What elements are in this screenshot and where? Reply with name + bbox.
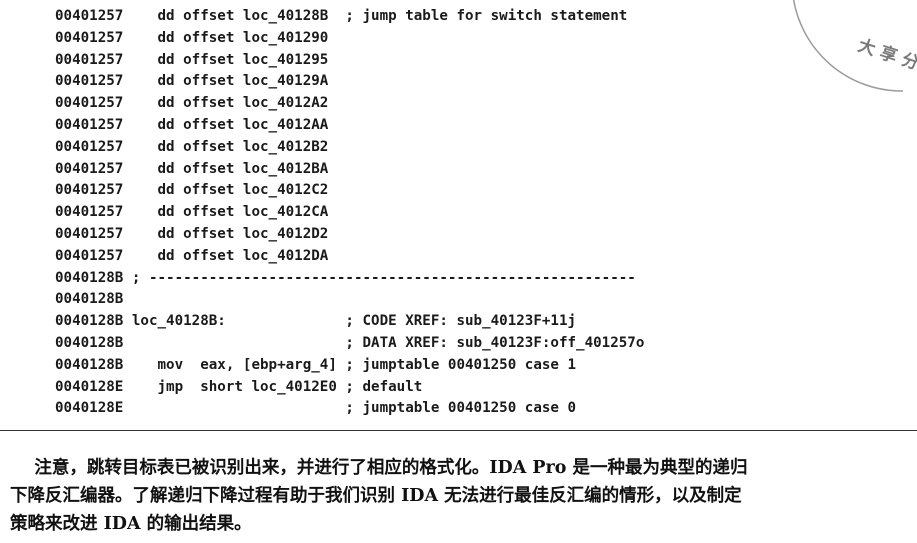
- code-line: 0040128B mov eax, [ebp+arg_4] ; jumptabl…: [55, 356, 577, 373]
- section-divider: [0, 430, 917, 431]
- watermark-text: 大 享 分 源: [855, 35, 917, 81]
- paragraph-line: 策略来改进 IDA 的输出结果。: [10, 514, 252, 534]
- paragraph-line: 下降反汇编器。了解递归下降过程有助于我们识别 IDA 无法进行最佳反汇编的情形，…: [10, 486, 742, 506]
- code-line: 00401257 dd offset loc_40129A: [55, 73, 329, 90]
- code-line: 0040128E jmp short loc_4012E0 ; default: [55, 378, 423, 395]
- paragraph-line: 注意，跳转目标表已被识别出来，并进行了相应的格式化。IDA Pro 是一种最为典…: [10, 458, 748, 478]
- code-line: 00401257 dd offset loc_40128B ; jump tab…: [55, 8, 628, 24]
- body-paragraph: 注意，跳转目标表已被识别出来，并进行了相应的格式化。IDA Pro 是一种最为典…: [10, 454, 910, 538]
- code-line: 0040128B: [55, 291, 124, 308]
- code-line: 00401257 dd offset loc_4012C2: [55, 182, 329, 199]
- code-line: 00401257 dd offset loc_4012D2: [55, 225, 329, 242]
- code-line: 00401257 dd offset loc_4012BA: [55, 160, 329, 177]
- code-line: 00401257 dd offset loc_4012CA: [55, 204, 329, 221]
- code-line: 00401257 dd offset loc_401290: [55, 29, 329, 46]
- watermark-stamp: 大 享 分 源: [792, 0, 917, 92]
- code-line: 00401257 dd offset loc_401295: [55, 51, 329, 68]
- code-line: 0040128E ; jumptable 00401250 case 0: [55, 400, 577, 417]
- code-line: 00401257 dd offset loc_4012AA: [55, 116, 329, 133]
- code-line: 0040128B loc_40128B: ; CODE XREF: sub_40…: [55, 313, 577, 330]
- code-line: 00401257 dd offset loc_4012DA: [55, 247, 329, 264]
- code-line: 00401257 dd offset loc_4012B2: [55, 138, 329, 155]
- code-line: 00401257 dd offset loc_4012A2: [55, 95, 329, 112]
- disassembly-listing: 00401257 dd offset loc_40128B ; jump tab…: [55, 6, 855, 420]
- code-line: 0040128B ; DATA XREF: sub_40123F:off_401…: [55, 334, 645, 351]
- code-line: 0040128B ; -----------------------------…: [55, 269, 636, 286]
